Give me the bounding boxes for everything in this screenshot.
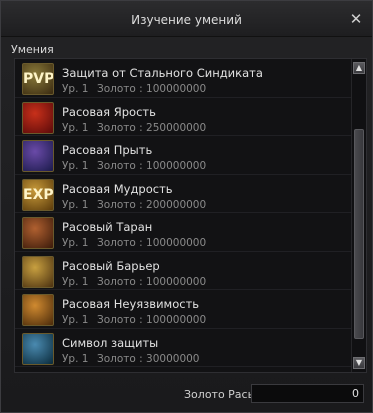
skill-row[interactable]: Расовая Ярость Ур. 1 Золото : 250000000 bbox=[15, 98, 352, 136]
skill-level: Ур. 1 bbox=[62, 352, 89, 365]
skill-meta: Ур. 1 Золото : 100000000 bbox=[62, 237, 206, 249]
skill-row[interactable]: Расовая Прыть Ур. 1 Золото : 100000000 bbox=[15, 136, 352, 175]
skill-meta: Ур. 1 Золото : 200000000 bbox=[62, 199, 206, 211]
battering-ram-icon bbox=[22, 217, 54, 249]
skill-level: Ур. 1 bbox=[62, 275, 89, 288]
skill-name: Расовая Неуязвимость bbox=[62, 297, 200, 311]
skill-name: Расовый Барьер bbox=[62, 258, 160, 273]
race-gold-value: 0 bbox=[251, 384, 364, 403]
skill-learning-window: Изучение умений ✕ Умения PVP Защита от Ст… bbox=[0, 0, 373, 413]
skill-level: Ур. 1 bbox=[62, 314, 89, 326]
skill-name: Расовая Мудрость bbox=[62, 181, 173, 196]
skill-level: Ур. 1 bbox=[62, 237, 89, 249]
skill-row[interactable]: EXP Расовая Мудрость Ур. 1 Золото : 2000000… bbox=[15, 175, 352, 213]
shield-icon bbox=[22, 255, 54, 288]
skill-meta: Ур. 1 Золото : 100000000 bbox=[62, 276, 206, 288]
skill-cost: Золото : 200000000 bbox=[97, 198, 207, 211]
skill-row[interactable]: Расовый Барьер Ур. 1 Золото : 100000000 bbox=[15, 252, 352, 290]
skill-name: Защита от Стального Синдиката bbox=[62, 66, 263, 80]
skill-row[interactable]: PVP Защита от Стального Синдиката Ур. 1 Зол… bbox=[15, 59, 352, 98]
skill-cost: Золото : 100000000 bbox=[97, 275, 207, 288]
window-title: Изучение умений bbox=[131, 13, 242, 27]
rage-figure-icon bbox=[22, 101, 54, 134]
scrollbar[interactable]: ▲ ▼ bbox=[351, 59, 366, 372]
skill-level: Ур. 1 bbox=[62, 121, 89, 134]
skill-cost: Золото : 30000000 bbox=[97, 352, 200, 365]
close-button[interactable]: ✕ bbox=[348, 11, 364, 27]
exp-sp-icon: EXP bbox=[22, 178, 54, 211]
skill-name: Расовая Ярость bbox=[62, 104, 156, 119]
pvp-armor-icon: PVP bbox=[22, 63, 54, 95]
skill-list: PVP Защита от Стального Синдиката Ур. 1 Зол… bbox=[15, 59, 352, 367]
arrow-down-icon: ▼ bbox=[355, 358, 363, 367]
skill-level: Ур. 1 bbox=[62, 83, 89, 95]
skill-row[interactable]: Расовая Неуязвимость Ур. 1 Золото : 100000… bbox=[15, 290, 352, 329]
skill-cost: Золото : 100000000 bbox=[97, 83, 207, 95]
skill-meta: Ур. 1 Золото : 100000000 bbox=[62, 83, 206, 95]
skill-level: Ур. 1 bbox=[62, 160, 89, 172]
skill-name: Расовая Прыть bbox=[62, 143, 153, 157]
skill-name: Символ защиты bbox=[62, 335, 159, 350]
skill-list-frame: PVP Защита от Стального Синдиката Ур. 1 Зол… bbox=[14, 58, 367, 373]
skill-cost: Золото : 100000000 bbox=[97, 314, 207, 326]
close-icon: ✕ bbox=[349, 10, 363, 28]
skill-meta: Ур. 1 Золото : 100000000 bbox=[62, 160, 206, 172]
winged-emblem-icon bbox=[22, 294, 54, 326]
race-gold-label: Золото Расы bbox=[184, 388, 257, 401]
skill-row[interactable]: Расовый Таран Ур. 1 Золото : 100000000 bbox=[15, 213, 352, 252]
skill-level: Ур. 1 bbox=[62, 198, 89, 211]
defense-symbol-icon bbox=[22, 332, 54, 365]
skill-cost: Золото : 250000000 bbox=[97, 121, 207, 134]
skills-section-label: Умения bbox=[11, 43, 54, 56]
skill-row[interactable]: Символ защиты Ур. 1 Золото : 30000000 bbox=[15, 329, 352, 367]
skill-cost: Золото : 100000000 bbox=[97, 160, 207, 172]
skill-name: Расовый Таран bbox=[62, 220, 153, 234]
boot-icon bbox=[22, 140, 54, 172]
skill-icon-glyph: PVP bbox=[23, 71, 54, 87]
skill-meta: Ур. 1 Золото : 250000000 bbox=[62, 122, 206, 134]
scroll-up-button[interactable]: ▲ bbox=[353, 62, 365, 74]
arrow-up-icon: ▲ bbox=[355, 63, 363, 72]
skill-icon-glyph: EXP bbox=[23, 186, 54, 203]
window-titlebar[interactable]: Изучение умений ✕ bbox=[1, 1, 372, 37]
scroll-down-button[interactable]: ▼ bbox=[353, 357, 365, 369]
skill-meta: Ур. 1 Золото : 30000000 bbox=[62, 353, 200, 365]
scroll-thumb[interactable] bbox=[354, 129, 364, 339]
skill-cost: Золото : 100000000 bbox=[97, 237, 207, 249]
skill-meta: Ур. 1 Золото : 100000000 bbox=[62, 314, 206, 326]
